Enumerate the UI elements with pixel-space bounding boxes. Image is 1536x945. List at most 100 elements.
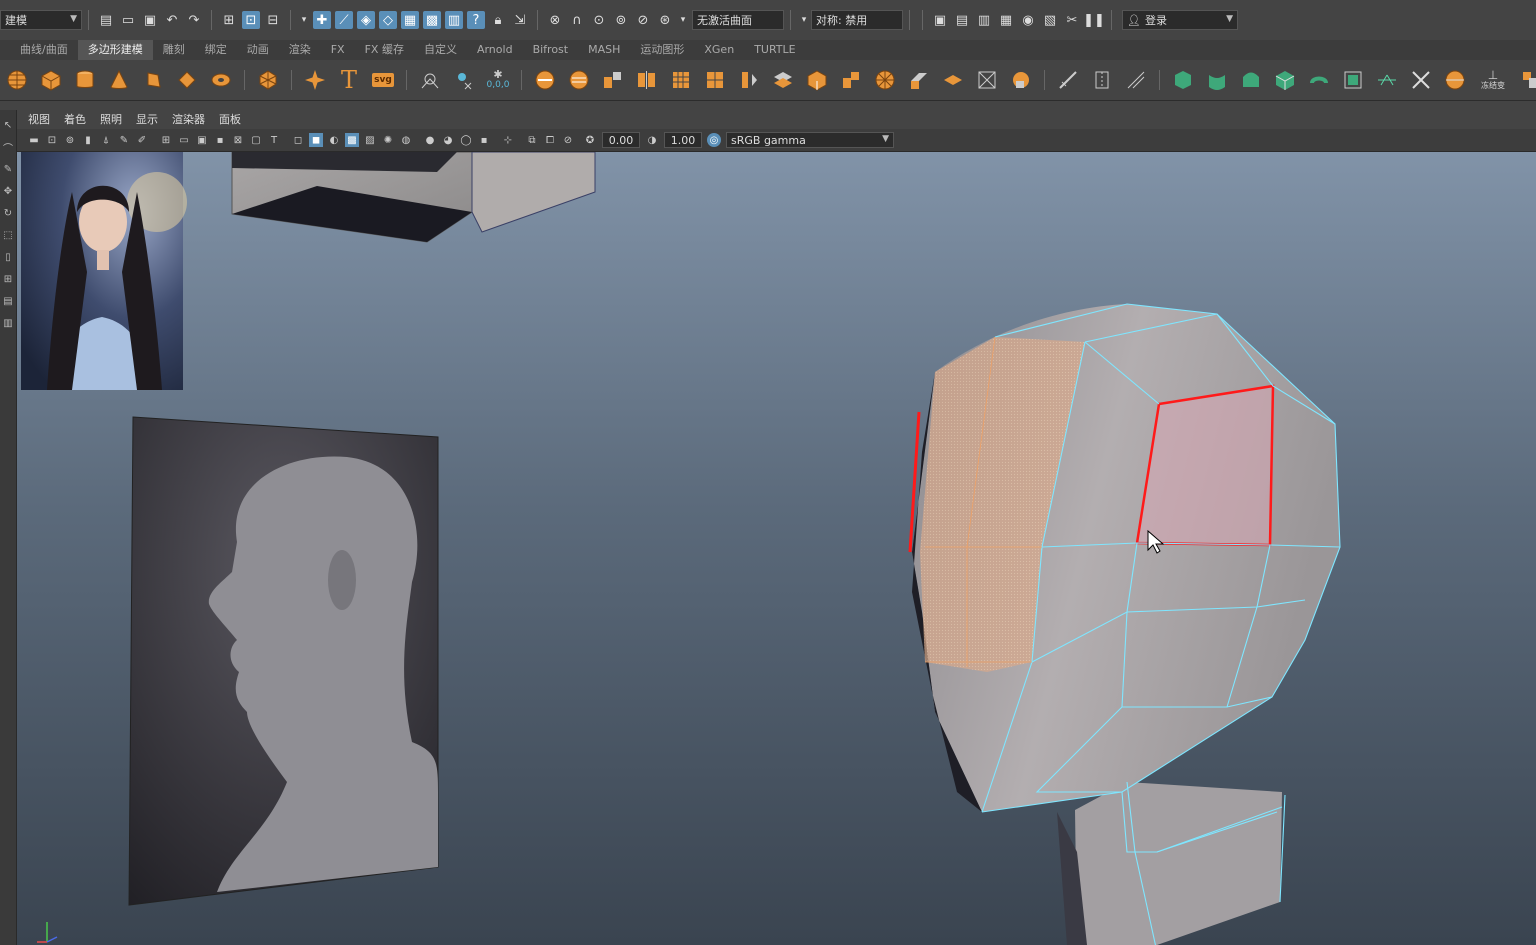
- shelf-tab[interactable]: 绑定: [195, 40, 237, 60]
- shelf-tab[interactable]: 渲染: [279, 40, 321, 60]
- shelf-tab[interactable]: 自定义: [414, 40, 467, 60]
- texture-sphere-icon[interactable]: [1442, 67, 1468, 93]
- shelf-tab[interactable]: MASH: [578, 40, 630, 60]
- sew-uv-icon[interactable]: [1408, 67, 1434, 93]
- hypershade-icon[interactable]: ◉: [1019, 11, 1037, 29]
- layout-outliner-icon[interactable]: ▥: [1, 316, 15, 330]
- combine-icon[interactable]: [532, 67, 558, 93]
- ipr-render-icon[interactable]: ▥: [975, 11, 993, 29]
- panel-menu-item[interactable]: 显示: [129, 111, 165, 127]
- panel-menu-item[interactable]: 照明: [93, 111, 129, 127]
- film-gate-icon[interactable]: ▭: [177, 133, 191, 147]
- grid-icon[interactable]: ⊞: [159, 133, 173, 147]
- chevron-down-icon[interactable]: ▾: [799, 11, 809, 29]
- unfold-icon[interactable]: [1306, 67, 1332, 93]
- text-tool-icon[interactable]: T: [336, 66, 362, 94]
- render-view-icon[interactable]: ▣: [931, 11, 949, 29]
- poly-torus-icon[interactable]: [140, 67, 166, 93]
- append-poly-icon[interactable]: [1008, 67, 1034, 93]
- panel-menu-item[interactable]: 渲染器: [165, 111, 212, 127]
- select-tool-icon[interactable]: ↖: [1, 118, 15, 132]
- camera-attr-icon[interactable]: ⊡: [45, 133, 59, 147]
- poly-disc-icon[interactable]: [208, 67, 234, 93]
- shelf-menu-icon[interactable]: [1518, 67, 1536, 93]
- poly-sphere-icon[interactable]: [4, 67, 30, 93]
- exposure-field[interactable]: 0.00: [602, 132, 640, 148]
- lights-icon[interactable]: ✺: [381, 133, 395, 147]
- shelf-tab[interactable]: XGen: [694, 40, 744, 60]
- render-setup-icon[interactable]: ▧: [1041, 11, 1059, 29]
- safe-action-icon[interactable]: ▢: [249, 133, 263, 147]
- field-chart-icon[interactable]: ⊠: [231, 133, 245, 147]
- lasso-tool-icon[interactable]: ⌒: [1, 140, 15, 155]
- exposure-icon[interactable]: ✪: [583, 133, 597, 147]
- render-frame-icon[interactable]: ▤: [953, 11, 971, 29]
- sculpt-sphere-icon[interactable]: [872, 67, 898, 93]
- color-space-dropdown[interactable]: sRGB gamma ▼: [726, 132, 894, 148]
- isolate-select-icon[interactable]: ⊹: [501, 133, 515, 147]
- select-face-icon[interactable]: ◈: [357, 11, 375, 29]
- poly-cylinder-icon[interactable]: [72, 67, 98, 93]
- super-shape-icon[interactable]: [302, 67, 328, 93]
- depth-of-field-icon[interactable]: ▪: [477, 133, 491, 147]
- mode-menu-dropdown[interactable]: 建模 ▼: [0, 10, 82, 30]
- paint-select-icon[interactable]: ✎: [1, 162, 15, 176]
- gamma-field[interactable]: 1.00: [664, 132, 702, 148]
- undo-icon[interactable]: ↶: [163, 11, 181, 29]
- ambient-occlusion-icon[interactable]: ●: [423, 133, 437, 147]
- render-settings-icon[interactable]: ▦: [997, 11, 1015, 29]
- motion-blur-icon[interactable]: ◕: [441, 133, 455, 147]
- layout-side-icon[interactable]: ▤: [1, 294, 15, 308]
- chevron-down-icon[interactable]: ▾: [299, 11, 309, 29]
- mirror-icon[interactable]: [736, 67, 762, 93]
- shelf-tab[interactable]: Bifrost: [523, 40, 579, 60]
- scale-tool-icon[interactable]: ⬚: [1, 228, 15, 242]
- color-management-icon[interactable]: ◎: [707, 133, 721, 147]
- poly-cube-icon[interactable]: [38, 67, 64, 93]
- redo-icon[interactable]: ↷: [185, 11, 203, 29]
- spherical-map-icon[interactable]: [1272, 67, 1298, 93]
- shelf-tab[interactable]: FX: [321, 40, 355, 60]
- panel-menu-item[interactable]: 面板: [212, 111, 248, 127]
- extrude-icon[interactable]: [906, 67, 932, 93]
- symmetry-dropdown[interactable]: 对称: 禁用: [811, 10, 903, 30]
- select-highlight-icon[interactable]: ⇲: [511, 11, 529, 29]
- safe-title-icon[interactable]: T: [267, 133, 281, 147]
- wireframe-on-shaded-icon[interactable]: ▩: [345, 133, 359, 147]
- arnold-render-icon[interactable]: ✂: [1063, 11, 1081, 29]
- clean-up-icon[interactable]: [770, 67, 796, 93]
- bridge-icon[interactable]: [940, 67, 966, 93]
- edge-loop-icon[interactable]: [1089, 67, 1115, 93]
- xray-joints-icon[interactable]: ⧠: [543, 133, 557, 147]
- perspective-viewport[interactable]: [17, 152, 1536, 945]
- extract-icon[interactable]: [600, 67, 626, 93]
- smooth-shade-icon[interactable]: ◼: [309, 133, 323, 147]
- wireframe-icon[interactable]: ◻: [291, 133, 305, 147]
- shelf-tab[interactable]: 动画: [237, 40, 279, 60]
- cylindrical-map-icon[interactable]: [1238, 67, 1264, 93]
- svg-tool-icon[interactable]: svg: [370, 67, 396, 93]
- login-dropdown[interactable]: 👤︎ 登录 ▼: [1122, 10, 1238, 30]
- poly-cone-icon[interactable]: [106, 67, 132, 93]
- reduce-icon[interactable]: [702, 67, 728, 93]
- select-object-icon[interactable]: ⊡: [242, 11, 260, 29]
- image-plane-icon[interactable]: ▮: [81, 133, 95, 147]
- xray-icon[interactable]: ⧉: [525, 133, 539, 147]
- resolution-gate-icon[interactable]: ▣: [195, 133, 209, 147]
- platonic-solid-icon[interactable]: [255, 67, 281, 93]
- select-multi-icon[interactable]: ▩: [423, 11, 441, 29]
- shelf-tab[interactable]: FX 缓存: [355, 40, 414, 60]
- gate-mask-icon[interactable]: ▪: [213, 133, 227, 147]
- pencil-icon[interactable]: ✐: [135, 133, 149, 147]
- select-uv-icon[interactable]: ◇: [379, 11, 397, 29]
- gamma-icon[interactable]: ◑: [645, 133, 659, 147]
- reference-image-plane[interactable]: [21, 152, 187, 390]
- uv-editor-icon[interactable]: [1170, 67, 1196, 93]
- select-edge-icon[interactable]: ⟋: [335, 11, 353, 29]
- backface-icon[interactable]: ⊘: [561, 133, 575, 147]
- measure-tool-icon[interactable]: [417, 67, 443, 93]
- snap-point-icon[interactable]: ⊙: [590, 11, 608, 29]
- pause-icon[interactable]: ❚❚: [1083, 11, 1105, 29]
- new-scene-icon[interactable]: ▤: [97, 11, 115, 29]
- select-vertex-icon[interactable]: ✚: [313, 11, 331, 29]
